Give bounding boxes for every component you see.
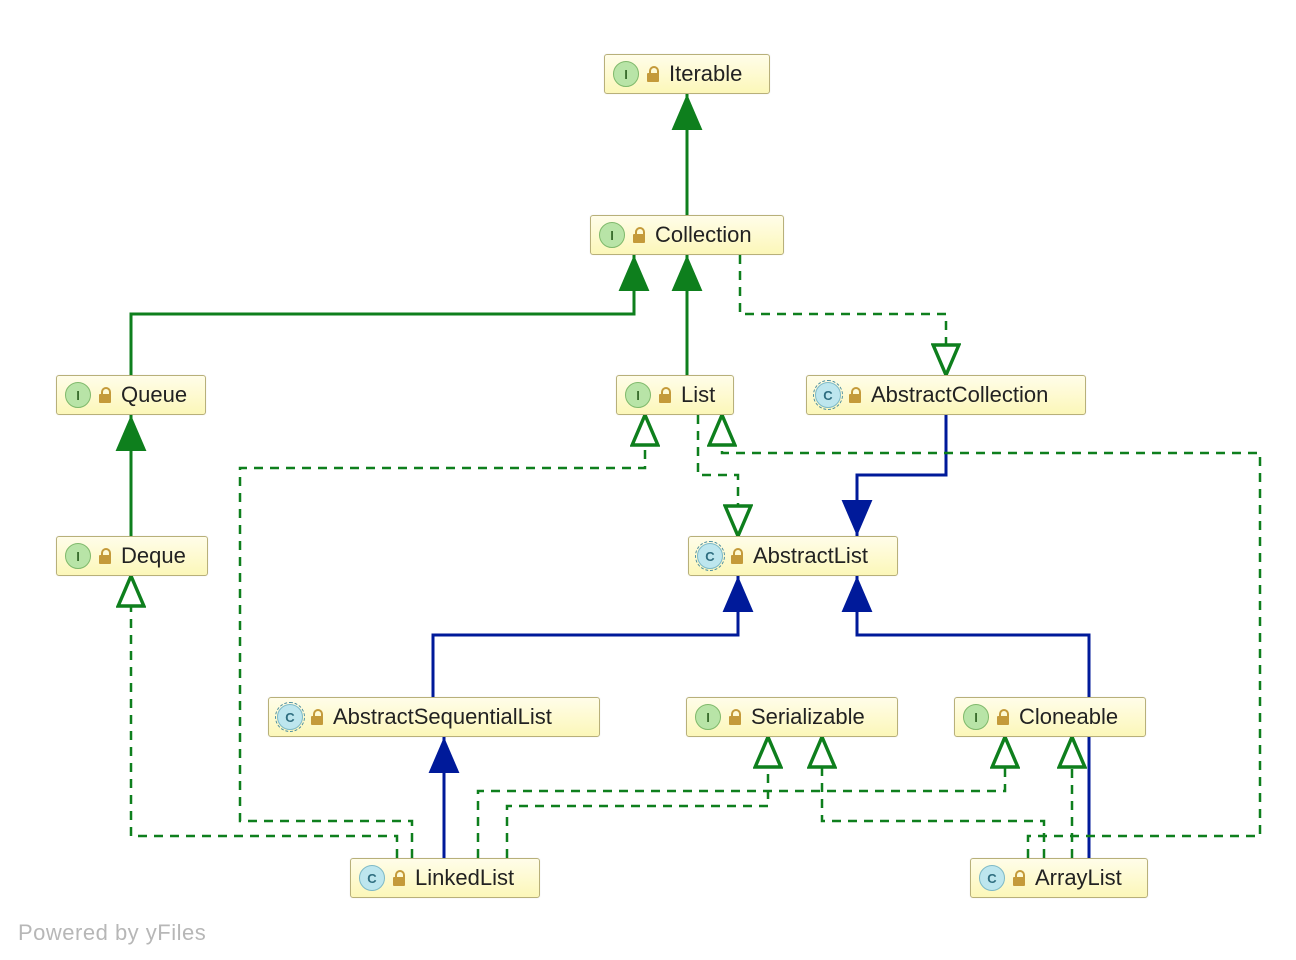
abstract-class-icon: C: [697, 543, 723, 569]
interface-icon: I: [65, 382, 91, 408]
edge-abstractlist-to-abstractcollection: [857, 415, 946, 536]
footer-credit: Powered by yFiles: [18, 920, 206, 946]
node-label: Collection: [655, 222, 752, 248]
node-label: Deque: [121, 543, 186, 569]
edges-layer: [0, 0, 1296, 960]
edge-arraylist-to-list: [722, 415, 1260, 858]
node-label: ArrayList: [1035, 865, 1122, 891]
lock-icon: [99, 548, 113, 564]
node-label: AbstractCollection: [871, 382, 1048, 408]
node-cloneable: I Cloneable: [954, 697, 1146, 737]
abstract-class-icon: C: [277, 704, 303, 730]
interface-icon: I: [963, 704, 989, 730]
node-label: Serializable: [751, 704, 865, 730]
lock-icon: [1013, 870, 1027, 886]
node-abstractsequentiallist: C AbstractSequentialList: [268, 697, 600, 737]
lock-icon: [311, 709, 325, 725]
edge-linkedlist-to-list: [240, 415, 645, 858]
node-linkedlist: C LinkedList: [350, 858, 540, 898]
node-serializable: I Serializable: [686, 697, 898, 737]
interface-icon: I: [625, 382, 651, 408]
edge-arraylist-to-serializable: [822, 737, 1044, 858]
node-list: I List: [616, 375, 734, 415]
edge-abstractsequentiallist-to-abstractlist: [433, 576, 738, 697]
node-label: Queue: [121, 382, 187, 408]
edge-queue-to-collection: [131, 255, 634, 375]
node-label: Iterable: [669, 61, 742, 87]
node-abstractlist: C AbstractList: [688, 536, 898, 576]
lock-icon: [393, 870, 407, 886]
edge-linkedlist-to-cloneable: [478, 737, 1005, 858]
interface-icon: I: [65, 543, 91, 569]
interface-icon: I: [599, 222, 625, 248]
lock-icon: [731, 548, 745, 564]
edge-abstractlist-to-list: [698, 415, 738, 536]
edge-linkedlist-to-serializable: [507, 737, 768, 858]
node-queue: I Queue: [56, 375, 206, 415]
lock-icon: [997, 709, 1011, 725]
node-label: Cloneable: [1019, 704, 1118, 730]
lock-icon: [729, 709, 743, 725]
class-icon: C: [359, 865, 385, 891]
node-label: AbstractList: [753, 543, 868, 569]
lock-icon: [849, 387, 863, 403]
lock-icon: [633, 227, 647, 243]
node-arraylist: C ArrayList: [970, 858, 1148, 898]
lock-icon: [99, 387, 113, 403]
abstract-class-icon: C: [815, 382, 841, 408]
class-icon: C: [979, 865, 1005, 891]
node-iterable: I Iterable: [604, 54, 770, 94]
node-label: List: [681, 382, 715, 408]
node-label: AbstractSequentialList: [333, 704, 552, 730]
node-deque: I Deque: [56, 536, 208, 576]
lock-icon: [659, 387, 673, 403]
interface-icon: I: [695, 704, 721, 730]
node-abstractcollection: C AbstractCollection: [806, 375, 1086, 415]
node-label: LinkedList: [415, 865, 514, 891]
interface-icon: I: [613, 61, 639, 87]
node-collection: I Collection: [590, 215, 784, 255]
edge-abstractcollection-to-collection: [740, 255, 946, 375]
lock-icon: [647, 66, 661, 82]
